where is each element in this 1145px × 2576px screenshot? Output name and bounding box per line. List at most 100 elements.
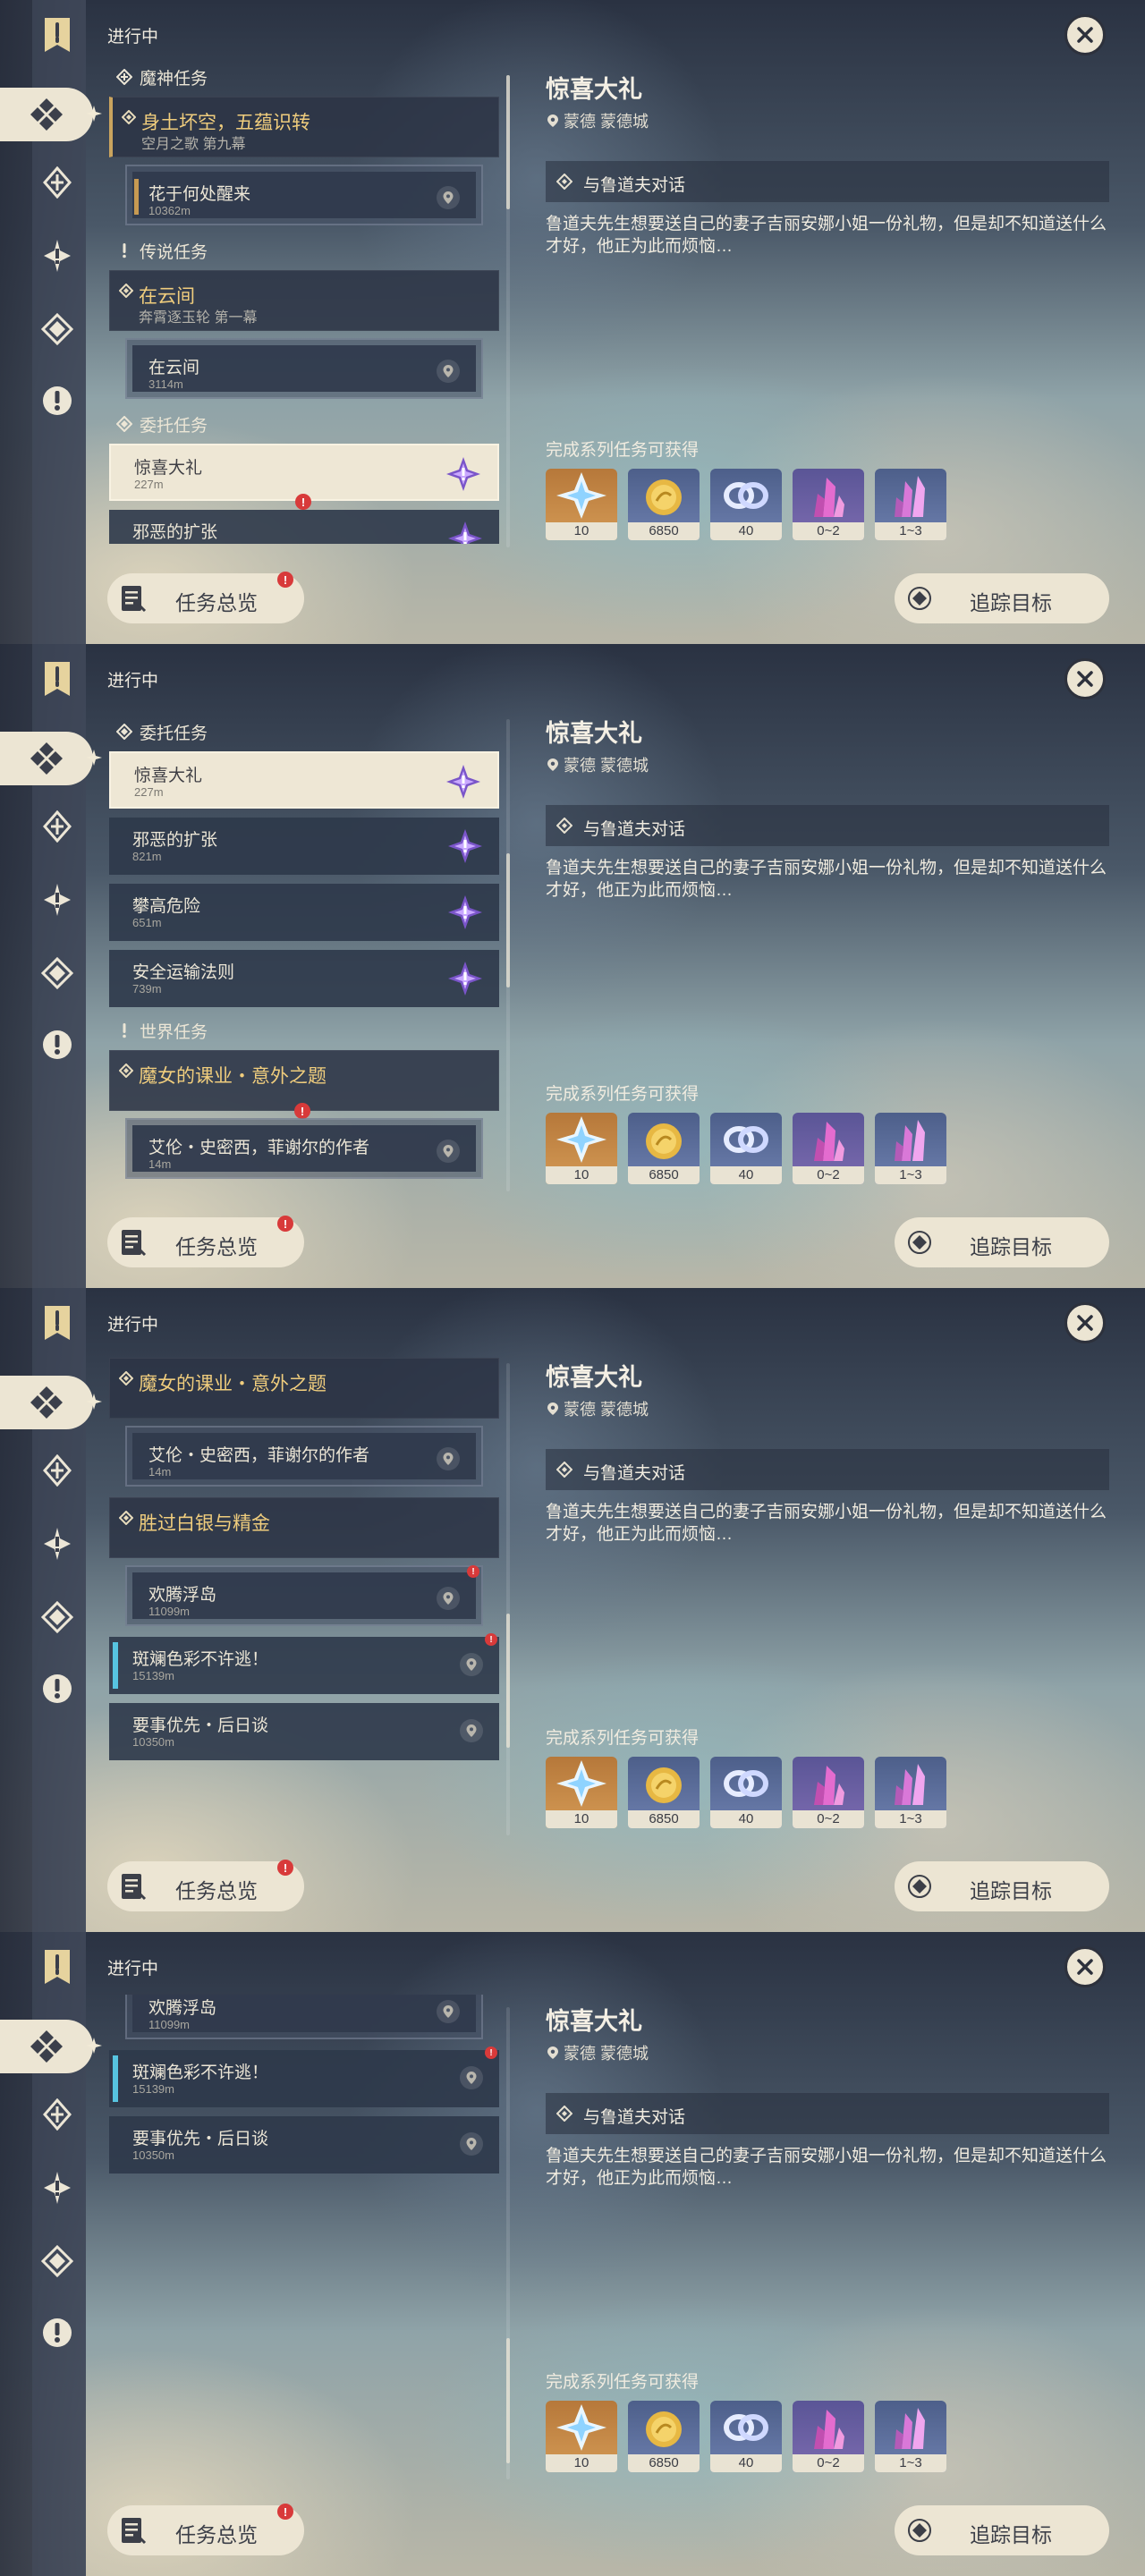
reward-item[interactable]: 1~3 bbox=[875, 2401, 946, 2472]
reward-item[interactable]: 10 bbox=[546, 1757, 617, 1828]
quest-list-scrollbar[interactable] bbox=[506, 2007, 510, 2479]
quest-overview-button[interactable]: 任务总览 ! bbox=[107, 1860, 304, 1911]
quest-overview-button[interactable]: 任务总览 ! bbox=[107, 1216, 304, 1267]
quest-overview-button[interactable]: 任务总览 ! bbox=[107, 572, 304, 623]
quest-legend-step[interactable]: 在云间 3114m bbox=[125, 338, 483, 399]
quest-commission-2[interactable]: 邪恶的扩张821m bbox=[109, 818, 499, 875]
quest-commission-2[interactable]: 邪恶的扩张821m bbox=[109, 510, 499, 544]
task-title: 斑斓色彩不许逃！ bbox=[132, 2063, 269, 2082]
objective-label: 与鲁道夫对话 bbox=[583, 2108, 686, 2127]
quest-world-4[interactable]: 要事优先・后日谈 10350m bbox=[109, 2116, 499, 2174]
quest-list-scrollbar[interactable] bbox=[506, 719, 510, 1191]
reward-item[interactable]: 40 bbox=[710, 2401, 782, 2472]
map-pin-icon[interactable] bbox=[437, 1140, 460, 1163]
scrollbar-thumb[interactable] bbox=[506, 1614, 510, 1748]
reward-item[interactable]: 0~2 bbox=[793, 469, 864, 540]
reward-item[interactable]: 6850 bbox=[628, 2401, 700, 2472]
tab-story-quests[interactable] bbox=[36, 878, 79, 921]
tab-world-quests[interactable] bbox=[36, 1023, 79, 1066]
quest-world-2-main[interactable]: 胜过白银与精金 bbox=[109, 1497, 499, 1558]
scrollbar-thumb[interactable] bbox=[506, 853, 510, 987]
reward-item[interactable]: 40 bbox=[710, 1757, 782, 1828]
quest-legend-main[interactable]: 在云间 奔霄逐玉轮 第一幕 bbox=[109, 270, 499, 331]
quest-list-scrollbar[interactable] bbox=[506, 75, 510, 547]
tab-all-quests[interactable] bbox=[0, 732, 93, 785]
tab-archon-quests[interactable] bbox=[36, 1449, 79, 1492]
map-pin-icon[interactable] bbox=[460, 2066, 483, 2089]
reward-item[interactable]: 1~3 bbox=[875, 1113, 946, 1184]
bookmark-icon[interactable] bbox=[39, 1304, 75, 1342]
tab-world-quests[interactable] bbox=[36, 2311, 79, 2354]
map-pin-icon[interactable] bbox=[437, 186, 460, 209]
map-pin-icon[interactable] bbox=[437, 1447, 460, 1470]
reward-item[interactable]: 6850 bbox=[628, 1757, 700, 1828]
track-objective-button[interactable]: 追踪目标 bbox=[895, 2505, 1109, 2555]
active-spark-icon bbox=[86, 106, 102, 122]
tab-commissions[interactable] bbox=[36, 2240, 79, 2283]
bookmark-icon[interactable] bbox=[39, 1948, 75, 1986]
quest-overview-button[interactable]: 任务总览 ! bbox=[107, 2504, 304, 2555]
track-objective-button[interactable]: 追踪目标 bbox=[895, 1217, 1109, 1267]
track-objective-button[interactable]: 追踪目标 bbox=[895, 1861, 1109, 1911]
tab-story-quests[interactable] bbox=[36, 1522, 79, 1565]
reward-item[interactable]: 0~2 bbox=[793, 1113, 864, 1184]
quest-world-2-step[interactable]: 欢腾浮岛11099m! bbox=[125, 1565, 483, 1626]
tab-all-quests[interactable] bbox=[0, 88, 93, 141]
close-button[interactable] bbox=[1064, 1302, 1106, 1343]
scrollbar-thumb[interactable] bbox=[506, 75, 510, 209]
tab-commissions[interactable] bbox=[36, 952, 79, 995]
quest-world-1-step[interactable]: 艾伦・史密西，菲谢尔的作者 14m bbox=[125, 1118, 483, 1179]
tab-world-quests[interactable] bbox=[36, 379, 79, 422]
reward-item[interactable]: 1~3 bbox=[875, 469, 946, 540]
reward-item[interactable]: 40 bbox=[710, 1113, 782, 1184]
tab-all-quests[interactable] bbox=[0, 2020, 93, 2073]
reward-count: 40 bbox=[710, 2454, 782, 2472]
bookmark-icon[interactable] bbox=[39, 16, 75, 54]
scrollbar-thumb[interactable] bbox=[506, 2338, 510, 2463]
close-button[interactable] bbox=[1064, 658, 1106, 699]
reward-item[interactable]: 10 bbox=[546, 1113, 617, 1184]
bookmark-icon[interactable] bbox=[39, 660, 75, 698]
quest-list-scrollbar[interactable] bbox=[506, 1363, 510, 1835]
quest-archon-step[interactable]: 花于何处醒来 10362m bbox=[125, 165, 483, 225]
close-button[interactable] bbox=[1064, 14, 1106, 55]
reward-item[interactable]: 0~2 bbox=[793, 2401, 864, 2472]
reward-item[interactable]: 0~2 bbox=[793, 1757, 864, 1828]
map-pin-icon[interactable] bbox=[437, 2000, 460, 2023]
map-pin-icon[interactable] bbox=[437, 360, 460, 383]
tab-archon-quests[interactable] bbox=[36, 161, 79, 204]
tab-commissions[interactable] bbox=[36, 1596, 79, 1639]
reward-item[interactable]: 6850 bbox=[628, 1113, 700, 1184]
tab-archon-quests[interactable] bbox=[36, 805, 79, 848]
quest-world-3[interactable]: 斑斓色彩不许逃！ 15139m! bbox=[109, 2046, 499, 2107]
tab-world-quests[interactable] bbox=[36, 1667, 79, 1710]
quest-world-4[interactable]: 要事优先・后日谈 10350m bbox=[109, 1703, 499, 1760]
map-pin-icon[interactable] bbox=[460, 2132, 483, 2156]
reward-item[interactable]: 6850 bbox=[628, 469, 700, 540]
quest-archon-main[interactable]: 身土坏空，五蕴识转 空月之歌 第九幕 bbox=[109, 97, 499, 157]
map-pin-icon[interactable] bbox=[460, 1653, 483, 1676]
quest-commission-4[interactable]: 安全运输法则 739m bbox=[109, 950, 499, 1007]
tab-commissions[interactable] bbox=[36, 308, 79, 351]
reward-item[interactable]: 1~3 bbox=[875, 1757, 946, 1828]
quest-commission-1[interactable]: 惊喜大礼 227m bbox=[109, 751, 499, 809]
map-pin-icon[interactable] bbox=[437, 1587, 460, 1610]
reward-item[interactable]: 10 bbox=[546, 2401, 617, 2472]
companionship-exp-icon bbox=[710, 1113, 782, 1166]
close-button[interactable] bbox=[1064, 1946, 1106, 1987]
reward-item[interactable]: 10 bbox=[546, 469, 617, 540]
quest-commission-3[interactable]: 攀高危险 651m bbox=[109, 884, 499, 941]
quest-world-3[interactable]: 斑斓色彩不许逃！ 15139m! bbox=[109, 1633, 499, 1694]
quest-world-1-main[interactable]: 魔女的课业・意外之题! bbox=[109, 1050, 499, 1119]
reward-item[interactable]: 40 bbox=[710, 469, 782, 540]
map-pin-icon[interactable] bbox=[460, 1719, 483, 1742]
track-objective-button[interactable]: 追踪目标 bbox=[895, 573, 1109, 623]
tab-archon-quests[interactable] bbox=[36, 2093, 79, 2136]
quest-world-2-step[interactable]: 欢腾浮岛11099m! bbox=[125, 1995, 483, 2039]
quest-world-1-main[interactable]: 魔女的课业・意外之题 bbox=[109, 1358, 499, 1419]
quest-commission-1[interactable]: 惊喜大礼 227m! bbox=[109, 444, 499, 510]
tab-story-quests[interactable] bbox=[36, 2166, 79, 2209]
tab-all-quests[interactable] bbox=[0, 1376, 93, 1429]
quest-world-1-step[interactable]: 艾伦・史密西，菲谢尔的作者 14m bbox=[125, 1426, 483, 1487]
tab-story-quests[interactable] bbox=[36, 234, 79, 277]
